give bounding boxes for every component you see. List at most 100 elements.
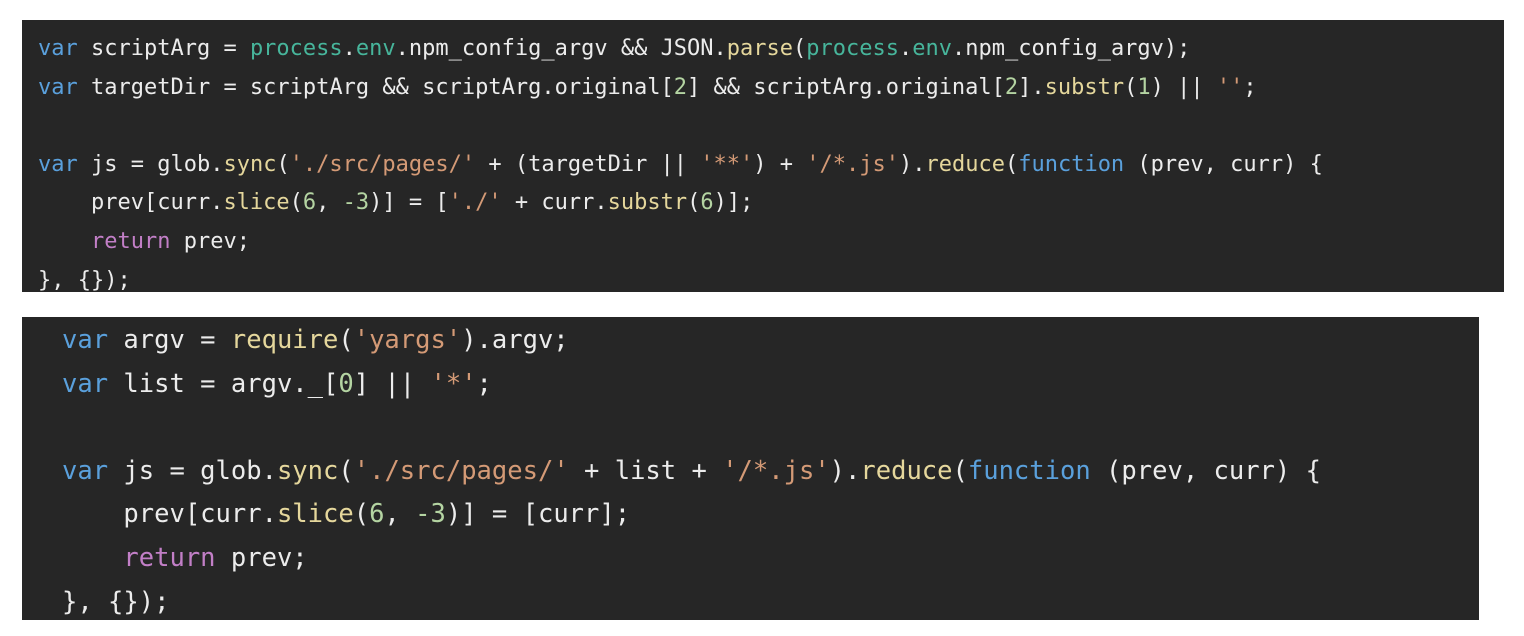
code-token: var [62, 325, 109, 355]
code-token: ) || [1150, 74, 1217, 100]
code-token: '/*.js' [806, 151, 899, 177]
code-token: }, {}); [62, 586, 170, 617]
code-line: prev[curr.slice(6, -3)] = [curr]; [62, 493, 1479, 537]
code-token: 2 [1004, 74, 1019, 100]
code-token: ) + [753, 151, 807, 177]
code-token: , [316, 190, 343, 216]
code-line: var js = glob.sync('./src/pages/' + (tar… [38, 146, 1504, 185]
code-token: var [62, 368, 109, 399]
code-token: + list + [568, 455, 723, 486]
code-token: ; [476, 368, 492, 399]
code-token: ). [829, 455, 861, 486]
code-token: ( [793, 36, 807, 61]
code-line: prev[curr.slice(6, -3)] = ['./' + curr.s… [38, 184, 1504, 223]
code-token: . [713, 36, 727, 61]
code-line: var targetDir = scriptArg && scriptArg.o… [38, 69, 1504, 108]
code-token: var [38, 74, 78, 100]
code-token: parse [726, 36, 794, 61]
code-token: -3 [415, 499, 446, 530]
code-token: ] || [353, 368, 431, 399]
code-token: 0 [338, 368, 354, 399]
code-token: prev[curr. [38, 190, 224, 216]
code-token: var [38, 36, 78, 61]
code-token: process [806, 36, 899, 61]
code-token: process [249, 36, 343, 61]
code-token: )] = [curr]; [445, 499, 631, 530]
code-line: return prev; [38, 223, 1504, 262]
code-token: ( [952, 455, 968, 486]
code-snippet-npm-config: var scriptArg = process.env.npm_config_a… [22, 20, 1504, 293]
code-token: JSON [660, 36, 714, 61]
code-token: '**' [700, 151, 754, 177]
code-token: .npm_config_argv); [952, 36, 1191, 61]
code-token: return [90, 228, 171, 254]
code-token: )] = [ [369, 190, 449, 216]
code-token: ] && scriptArg.original[ [687, 74, 1005, 100]
screenshot-canvas: var scriptArg = process.env.npm_config_a… [0, 0, 1524, 636]
code-token: 6 [302, 190, 317, 216]
code-token: scriptArg = [77, 36, 250, 61]
code-token: env [912, 36, 952, 61]
code-token: targetDir = scriptArg && scriptArg.origi… [77, 74, 674, 100]
code-token: sync [276, 455, 339, 486]
code-token: prev; [170, 228, 250, 254]
code-token: ( [353, 499, 370, 530]
code-token: prev[curr. [62, 499, 277, 530]
code-line: var scriptArg = process.env.npm_config_a… [38, 30, 1504, 69]
code-token: . [899, 36, 913, 61]
code-token: ). [898, 151, 926, 177]
code-token: '*' [430, 368, 477, 399]
code-token: ( [1124, 74, 1138, 100]
code-token: )]; [713, 190, 754, 216]
code-token: var [38, 151, 78, 177]
code-token: ).argv; [461, 325, 569, 355]
code-snippet-yargs: var argv = require('yargs').argv; var lis… [22, 317, 1479, 620]
code-line: var list = argv._[0] || '*'; [62, 363, 1479, 407]
code-token: return [123, 542, 216, 573]
code-token: argv = [108, 325, 231, 355]
code-token: list = argv._[ [108, 368, 339, 399]
code-token: ( [687, 190, 701, 216]
code-token: './src/pages/' [353, 455, 569, 486]
code-token: (prev, curr) { [1090, 455, 1321, 486]
code-token: ; [1243, 74, 1257, 100]
code-token: './src/pages/' [289, 151, 476, 177]
code-line: var js = glob.sync('./src/pages/' + list… [62, 450, 1479, 494]
code-token: '' [1216, 74, 1244, 100]
code-token: reduce [860, 455, 953, 486]
code-token: function [1018, 151, 1125, 177]
code-token: './' [448, 190, 502, 216]
code-token: reduce [925, 151, 1005, 177]
code-token: js = glob. [108, 455, 277, 486]
code-token: slice [276, 499, 354, 530]
code-token: function [967, 455, 1091, 486]
code-line: var argv = require('yargs').argv; [62, 319, 1479, 363]
code-token: require [230, 325, 339, 355]
code-token: prev; [215, 542, 308, 573]
code-token: ( [338, 325, 354, 355]
code-token: ( [276, 151, 290, 177]
code-line: return prev; [62, 537, 1479, 581]
code-token: 'yargs' [353, 325, 462, 355]
code-token: + curr. [501, 190, 608, 216]
code-token: slice [223, 190, 290, 216]
code-token: . [342, 36, 356, 61]
code-token: 6 [369, 499, 385, 530]
code-line: }, {}); [38, 262, 1504, 301]
code-token: (prev, curr) { [1124, 151, 1323, 177]
code-token: , [384, 499, 416, 530]
code-token: .npm_config_argv && [395, 36, 661, 61]
code-token: }, {}); [38, 267, 131, 293]
code-token: ( [289, 190, 303, 216]
code-token: ]. [1018, 74, 1045, 100]
code-token: js = glob. [77, 151, 224, 177]
code-token: env [355, 36, 396, 61]
code-line: }, {}); [62, 581, 1479, 625]
code-token: substr [1044, 74, 1125, 100]
code-token: '/*.js' [722, 455, 830, 486]
code-token: 6 [700, 190, 714, 216]
code-token: -3 [342, 190, 370, 216]
